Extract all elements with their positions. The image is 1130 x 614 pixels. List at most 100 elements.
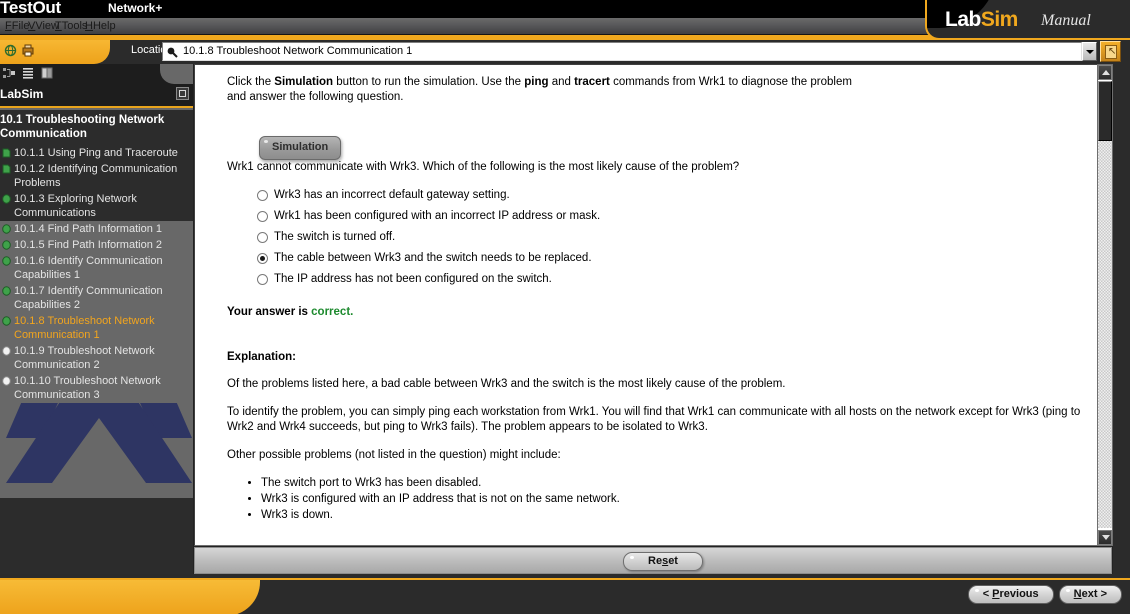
sidebar-section-heading: 10.1 Troubleshooting Network Communicati… <box>0 110 193 145</box>
sidebar-item-label: 10.1.4 Find Path Information 1 <box>14 223 162 235</box>
reset-button-label: Reset <box>648 555 678 567</box>
print-icon[interactable] <box>21 43 35 58</box>
menu-item-help-label: Help <box>92 20 116 32</box>
sidebar-item-10-1-1[interactable]: 10.1.1 Using Ping and Traceroute <box>0 145 193 161</box>
reset-toolbar: Reset <box>194 547 1112 574</box>
answer-option-3[interactable]: The switch is turned off. <box>257 230 1079 245</box>
question-text: Wrk1 cannot communicate with Wrk3. Which… <box>227 161 740 173</box>
visited-bullet-icon <box>2 286 11 296</box>
instruction-tracert-bold: tracert <box>574 76 610 88</box>
scrollbar-track[interactable] <box>1098 141 1112 528</box>
sidebar-item-10-1-5[interactable]: 10.1.5 Find Path Information 2 <box>0 237 193 253</box>
next-button-label: Next > <box>1073 588 1107 600</box>
sidebar-title: LabSim <box>0 87 44 101</box>
sidebar-item-10-1-7[interactable]: 10.1.7 Identify Communication Capabiliti… <box>0 283 193 313</box>
answer-option-label: The switch is turned off. <box>274 231 396 243</box>
instruction-part-2: button to run the simulation. Use the <box>333 76 525 88</box>
sidebar-item-label: 10.1.8 Troubleshoot Network Communicatio… <box>14 315 155 341</box>
answer-option-1[interactable]: Wrk3 has an incorrect default gateway se… <box>257 188 1079 203</box>
logo-sim-text: Sim <box>980 8 1019 31</box>
radio-button[interactable] <box>257 274 268 285</box>
next-button[interactable]: Next > <box>1058 585 1122 604</box>
content-vertical-scrollbar[interactable] <box>1097 64 1113 546</box>
scroll-down-button[interactable] <box>1098 530 1112 545</box>
course-title: Network+ <box>108 1 163 15</box>
visited-bullet-icon <box>2 256 11 266</box>
navigation-buttons: < Previous Next > <box>967 585 1122 604</box>
instruction-part-3: and <box>548 76 575 88</box>
answer-options: Wrk3 has an incorrect default gateway se… <box>257 188 1079 287</box>
radio-button[interactable] <box>257 232 268 243</box>
sidebar-item-10-1-9[interactable]: 10.1.9 Troubleshoot Network Communicatio… <box>0 343 193 373</box>
location-toolbar-icons <box>4 43 35 58</box>
menu-item-file[interactable]: FFile <box>5 20 29 32</box>
chevron-down-icon <box>1086 50 1094 54</box>
sidebar-item-list: 10.1 Troubleshooting Network Communicati… <box>0 108 193 498</box>
sidebar-item-label: 10.1.2 Identifying Communication Problem… <box>14 163 178 189</box>
reset-button[interactable]: Reset <box>623 552 703 571</box>
simulation-button[interactable]: Simulation <box>259 136 342 160</box>
answer-option-2[interactable]: Wrk1 has been configured with an incorre… <box>257 209 1079 224</box>
footer-bar: < Previous Next > <box>0 578 1130 614</box>
previous-accelerator: P <box>992 588 1000 600</box>
sidebar-item-label: 10.1.1 Using Ping and Traceroute <box>14 147 178 159</box>
tree-view-icon[interactable] <box>2 66 16 80</box>
logo-manual-text: Manual <box>1041 12 1091 29</box>
sidebar-item-10-1-6[interactable]: 10.1.6 Identify Communication Capabiliti… <box>0 253 193 283</box>
visited-bullet-icon <box>2 224 11 234</box>
reset-accelerator: s <box>662 555 669 567</box>
go-arrow-icon: ↖ <box>1108 46 1117 57</box>
answer-option-4[interactable]: The cable between Wrk3 and the switch ne… <box>257 251 1079 266</box>
scrollbar-thumb[interactable] <box>1098 81 1112 141</box>
explanation-paragraph-1: Of the problems listed here, a bad cable… <box>227 378 786 390</box>
sidebar-item-label: 10.1.7 Identify Communication Capabiliti… <box>14 285 163 311</box>
sidebar-item-10-1-10[interactable]: 10.1.10 Troubleshoot Network Communicati… <box>0 373 193 403</box>
visited-bullet-icon <box>2 148 11 158</box>
other-problems-list: The switch port to Wrk3 has been disable… <box>243 476 1079 523</box>
sidebar-collapse-button[interactable] <box>176 87 189 100</box>
explanation-paragraph-3: Other possible problems (not listed in t… <box>227 449 561 461</box>
previous-button-label: < Previous <box>982 588 1039 600</box>
menu-item-help[interactable]: HHelp <box>85 20 116 32</box>
labsim-logo: LabSim Manual <box>925 0 1130 40</box>
sidebar-item-10-1-2[interactable]: 10.1.2 Identifying Communication Problem… <box>0 161 193 191</box>
location-input[interactable]: 10.1.8 Troubleshoot Network Communicatio… <box>162 42 1082 61</box>
sidebar-header: LabSim <box>0 84 193 106</box>
sidebar-item-label: 10.1.6 Identify Communication Capabiliti… <box>14 255 163 281</box>
scroll-up-button[interactable] <box>1098 65 1112 80</box>
sidebar-item-10-1-3[interactable]: 10.1.3 Exploring Network Communications <box>0 191 193 221</box>
explanation-paragraph-2: To identify the problem, you can simply … <box>227 406 1081 433</box>
button-highlight <box>630 556 634 559</box>
instruction-paragraph: Click the Simulation button to run the s… <box>227 75 867 105</box>
list-item: Wrk3 is down. <box>261 508 1079 523</box>
location-dropdown-button[interactable] <box>1082 42 1097 61</box>
previous-button[interactable]: < Previous <box>967 585 1054 604</box>
list-view-icon[interactable] <box>21 66 35 80</box>
menu-item-tools[interactable]: TTools <box>55 20 87 32</box>
chevron-up-icon <box>1102 70 1110 75</box>
labsim-logo-text: LabSim <box>945 8 1018 32</box>
book-icon[interactable] <box>40 66 54 80</box>
visited-bullet-icon <box>2 194 11 204</box>
sidebar-item-10-1-4[interactable]: 10.1.4 Find Path Information 1 <box>0 221 193 237</box>
answer-status: Your answer is correct. <box>227 305 1079 320</box>
chevron-down-icon <box>1102 535 1110 540</box>
radio-button[interactable] <box>257 211 268 222</box>
visited-bullet-icon <box>2 240 11 250</box>
answer-option-label: The cable between Wrk3 and the switch ne… <box>274 252 592 264</box>
sidebar-footer <box>0 498 193 574</box>
current-bullet-icon <box>2 316 11 326</box>
answer-option-label: Wrk1 has been configured with an incorre… <box>274 210 601 222</box>
menu-item-tools-label: Tools <box>61 20 88 32</box>
globe-icon[interactable] <box>4 43 18 58</box>
radio-button-selected[interactable] <box>257 253 268 264</box>
sidebar-notch-decoration <box>160 64 193 84</box>
radio-button[interactable] <box>257 190 268 201</box>
button-highlight <box>264 140 268 143</box>
simulation-button-label: Simulation <box>272 141 329 153</box>
sidebar-item-label: 10.1.3 Exploring Network Communications <box>14 193 137 219</box>
labsim-application-window: TestOut Network+ – ❐ ✕ FFile VView TTool… <box>0 0 1130 614</box>
answer-option-5[interactable]: The IP address has not been configured o… <box>257 272 1079 287</box>
sidebar-item-10-1-8[interactable]: 10.1.8 Troubleshoot Network Communicatio… <box>0 313 193 343</box>
location-go-button[interactable]: ↖ <box>1100 41 1121 62</box>
